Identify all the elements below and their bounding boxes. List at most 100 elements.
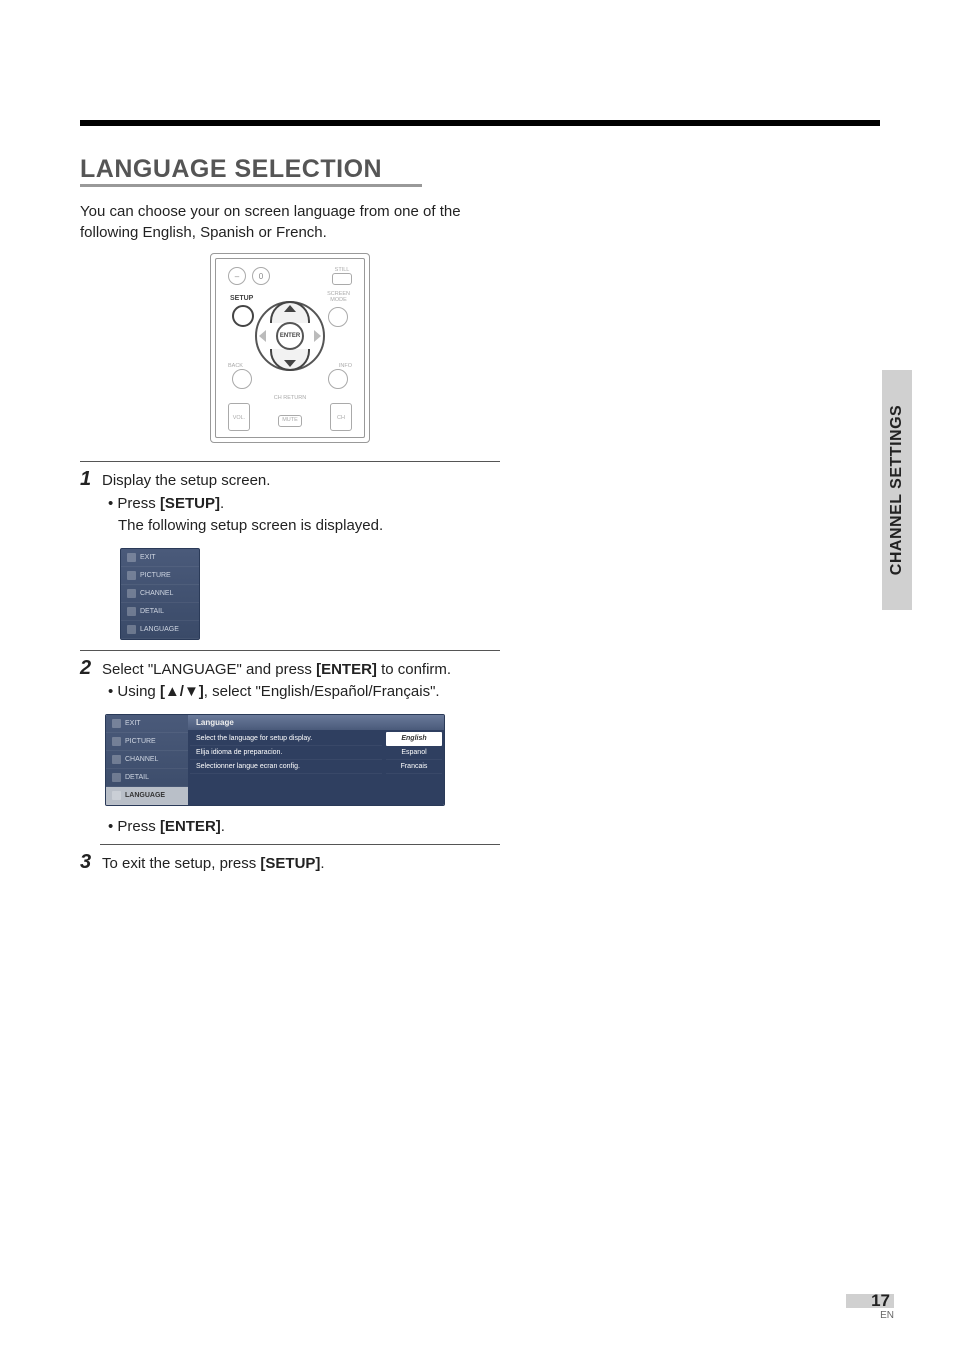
still-rect	[332, 273, 352, 285]
remote-zero-button: 0	[252, 267, 270, 285]
picture-icon	[112, 737, 121, 746]
remote-info-button	[328, 369, 348, 389]
step-1-bullet-text: The following setup screen is displayed.	[118, 517, 383, 534]
step-number: 3	[80, 851, 94, 874]
menu-option-francais: Francais	[386, 760, 442, 774]
remote-still-button: STILL	[332, 267, 352, 285]
language-icon	[127, 625, 136, 634]
menu-item-label: LANGUAGE	[125, 792, 165, 799]
menu-item-label: EXIT	[140, 554, 156, 561]
remote-screen-mode-label: SCREEN MODE	[327, 292, 350, 303]
menu-item-label: LANGUAGE	[140, 626, 179, 633]
menu-desc-row: Selectionner langue ecran config.	[190, 760, 382, 774]
menu-item-detail: DETAIL	[106, 769, 188, 787]
menu-sidebar: EXIT PICTURE CHANNEL DETAIL LANGUAGE	[106, 715, 188, 805]
step-2-bullet: • Using [▲/▼], select "English/Español/F…	[108, 681, 500, 704]
divider	[80, 461, 500, 462]
remote-dpad: ENTER	[255, 301, 325, 371]
ch-label: CH	[337, 415, 345, 421]
arrow-down-icon	[284, 360, 296, 367]
remote-dash-button: –	[228, 267, 246, 285]
page-number: 17	[871, 1291, 890, 1311]
section-title-wrap: LANGUAGE SELECTION	[80, 155, 422, 187]
menu-main-header: Language	[188, 715, 444, 730]
detail-icon	[112, 773, 121, 782]
menu-desc-row: Select the language for setup display.	[190, 732, 382, 746]
step-2: 2 Select "LANGUAGE" and press [ENTER] to…	[80, 657, 500, 682]
menu-item-detail: DETAIL	[121, 603, 199, 621]
channel-icon	[112, 755, 121, 764]
menu-screenshot-wide: EXIT PICTURE CHANNEL DETAIL LANGUAGE Lan…	[105, 714, 445, 806]
menu-item-label: DETAIL	[140, 608, 164, 615]
menu-item-label: DETAIL	[125, 774, 149, 781]
menu-item-picture: PICTURE	[121, 567, 199, 585]
step-text: Select "LANGUAGE" and press [ENTER] to c…	[102, 659, 451, 682]
step-1: 1 Display the setup screen.	[80, 468, 500, 493]
menu-item-language: LANGUAGE	[121, 621, 199, 639]
arrow-left-icon	[259, 330, 266, 342]
content-area: LANGUAGE SELECTION You can choose your o…	[80, 155, 500, 876]
menu-item-label: PICTURE	[125, 738, 156, 745]
remote-diagram: – 0 STILL SETUP SCREEN MODE ENT	[210, 253, 370, 443]
menu-item-language-selected: LANGUAGE	[106, 787, 188, 805]
step-number: 2	[80, 657, 94, 680]
divider	[100, 844, 500, 845]
remote-setup-label: SETUP	[230, 295, 253, 302]
menu-option-english: English	[386, 732, 442, 746]
side-tab: CHANNEL SETTINGS	[882, 370, 912, 610]
divider	[80, 650, 500, 651]
menu-item-exit: EXIT	[106, 715, 188, 733]
mute-label: MUTE	[282, 414, 298, 426]
press-enter-bullet: • Press [ENTER].	[108, 816, 500, 839]
menu-option-espanol: Espanol	[386, 746, 442, 760]
arrow-up-icon	[284, 305, 296, 312]
remote-setup-button	[232, 305, 254, 327]
vol-label: VOL.	[233, 415, 246, 421]
menu-options-column: English Espanol Francais	[384, 730, 444, 805]
page-lang: EN	[846, 1310, 894, 1321]
menu-desc-column: Select the language for setup display. E…	[188, 730, 384, 805]
arrow-right-icon	[314, 330, 321, 342]
remote-screen-mode-button	[328, 307, 348, 327]
menu-item-channel: CHANNEL	[121, 585, 199, 603]
header-bar	[80, 120, 880, 126]
still-label: STILL	[332, 267, 352, 273]
remote-ch-return-label: CH RETURN	[274, 395, 306, 401]
step-3: 3 To exit the setup, press [SETUP].	[80, 851, 500, 876]
step-number: 1	[80, 468, 94, 491]
menu-item-label: CHANNEL	[140, 590, 173, 597]
language-icon	[112, 791, 121, 800]
menu-main-panel: Language Select the language for setup d…	[188, 715, 444, 805]
menu-item-channel: CHANNEL	[106, 751, 188, 769]
menu-desc-row: Elija idioma de preparacion.	[190, 746, 382, 760]
section-title: LANGUAGE SELECTION	[80, 155, 382, 184]
menu-item-label: CHANNEL	[125, 756, 158, 763]
menu-screenshot-small: EXIT PICTURE CHANNEL DETAIL LANGUAGE	[120, 548, 200, 640]
picture-icon	[127, 571, 136, 580]
remote-vol-rocker: VOL.	[228, 403, 250, 431]
remote-vol-ch-row: VOL. MUTE CH	[228, 403, 352, 431]
menu-item-picture: PICTURE	[106, 733, 188, 751]
menu-item-exit: EXIT	[121, 549, 199, 567]
page-number-bar: 17	[846, 1294, 894, 1308]
remote-back-button	[232, 369, 252, 389]
menu-item-label: PICTURE	[140, 572, 171, 579]
menu-main-body: Select the language for setup display. E…	[188, 730, 444, 805]
step-text: To exit the setup, press [SETUP].	[102, 853, 325, 876]
channel-icon	[127, 589, 136, 598]
exit-icon	[112, 719, 121, 728]
remote-info-label: INFO	[339, 363, 352, 369]
remote-top-row: – 0 STILL	[228, 267, 352, 285]
remote-mute-button: MUTE	[278, 415, 302, 427]
remote-ch-rocker: CH	[330, 403, 352, 431]
side-tab-label: CHANNEL SETTINGS	[888, 405, 906, 575]
exit-icon	[127, 553, 136, 562]
remote-inner: – 0 STILL SETUP SCREEN MODE ENT	[215, 258, 365, 438]
intro-text: You can choose your on screen language f…	[80, 201, 500, 243]
detail-icon	[127, 607, 136, 616]
step-1-bullet: • Press [SETUP]. The following setup scr…	[108, 493, 500, 538]
remote-enter-button: ENTER	[276, 322, 304, 350]
menu-item-label: EXIT	[125, 720, 141, 727]
step-text: Display the setup screen.	[102, 470, 270, 493]
page-footer: 17 EN	[846, 1294, 894, 1321]
